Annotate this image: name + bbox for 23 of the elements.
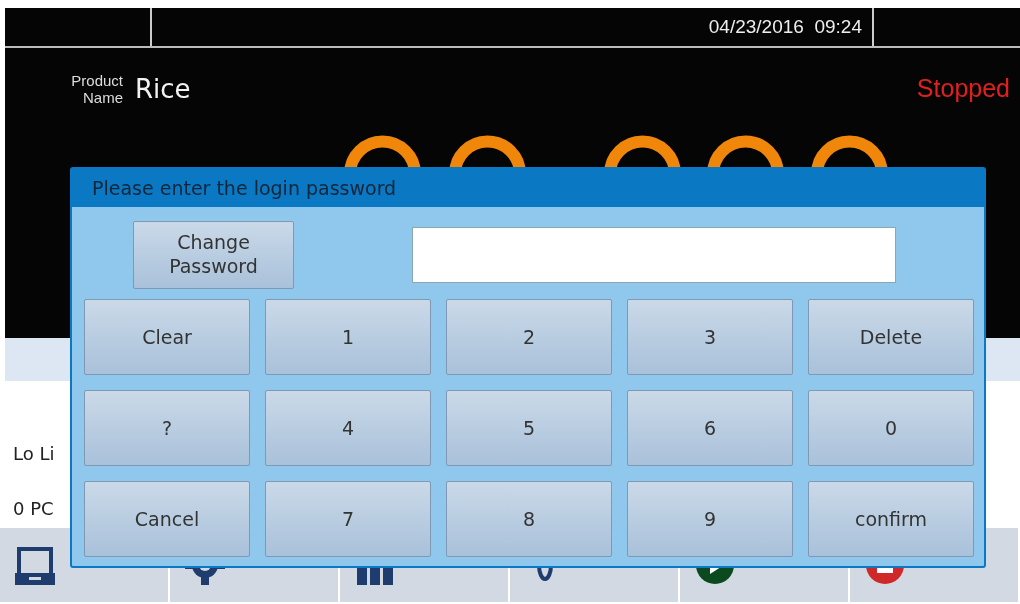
- product-name-value: Rice: [135, 73, 191, 106]
- status-text: Stopped: [916, 73, 1010, 104]
- change-password-button[interactable]: Change Password: [133, 221, 294, 289]
- keypad-button[interactable]: 8: [446, 481, 612, 557]
- keypad-button[interactable]: 2: [446, 299, 612, 375]
- field-label: 0 PC: [13, 497, 54, 521]
- keypad-button[interactable]: 4: [265, 390, 431, 466]
- keypad-button[interactable]: 7: [265, 481, 431, 557]
- dialog-title: Please enter the login password: [92, 175, 397, 201]
- date-time: 04/23/2016 09:24: [708, 14, 862, 39]
- keypad-button[interactable]: Clear: [84, 299, 250, 375]
- keypad-button[interactable]: Delete: [808, 299, 974, 375]
- field-label: Lo Li: [13, 442, 55, 466]
- keypad-button[interactable]: confirm: [808, 481, 974, 557]
- keypad-button[interactable]: 3: [627, 299, 793, 375]
- keypad-button[interactable]: 5: [446, 390, 612, 466]
- product-name-label: Product Name: [70, 73, 123, 106]
- keypad-button[interactable]: ?: [84, 390, 250, 466]
- keypad-button[interactable]: 6: [627, 390, 793, 466]
- keypad-button[interactable]: Cancel: [84, 481, 250, 557]
- keypad-button[interactable]: 9: [627, 481, 793, 557]
- keypad-button[interactable]: 1: [265, 299, 431, 375]
- keypad-button[interactable]: 0: [808, 390, 974, 466]
